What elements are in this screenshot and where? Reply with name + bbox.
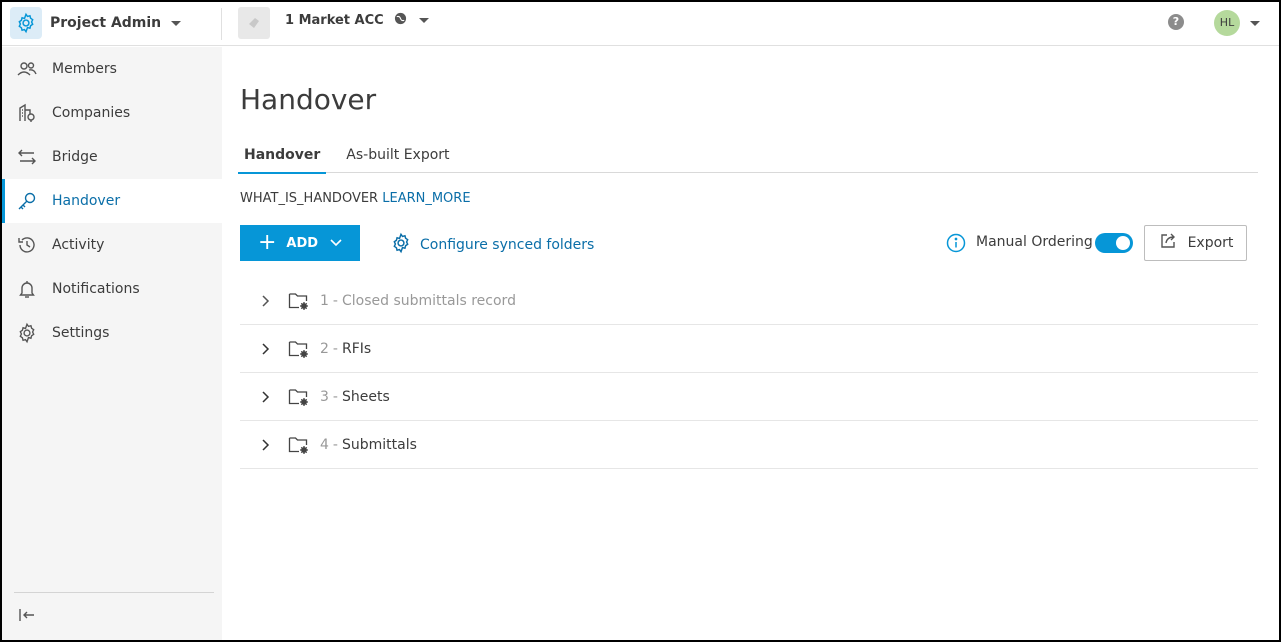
export-icon [1158, 231, 1178, 255]
list-item[interactable]: 2 - RFIs [240, 325, 1258, 373]
gear-icon [16, 322, 38, 344]
chevron-down-icon [418, 18, 429, 23]
sidebar-item-label: Settings [52, 325, 110, 341]
tab-handover[interactable]: Handover [238, 144, 327, 174]
sidebar-item-label: Companies [52, 105, 131, 121]
chevron-right-icon[interactable] [262, 390, 274, 403]
project-selector[interactable]: 1 Market ACC [285, 12, 429, 29]
folder-name: Closed submittals record [341, 292, 516, 309]
folder-separator: - [332, 388, 338, 405]
folder-separator: - [332, 292, 338, 309]
divider [221, 8, 222, 40]
export-button[interactable]: Export [1144, 225, 1247, 261]
gear-icon [390, 232, 412, 258]
folder-name: Sheets [341, 388, 390, 405]
folder-number: 1 [320, 292, 329, 309]
plus-icon: + [257, 230, 277, 255]
tab-bar: Handover As-built Export [238, 144, 1258, 174]
folder-list: 1 - Closed submittals record 2 - RFIs 3 … [240, 277, 1258, 469]
top-bar: Project Admin 1 Market ACC ? HL [2, 2, 1279, 46]
project-admin-gear-icon [10, 7, 42, 39]
chevron-down-icon [171, 20, 182, 26]
sidebar-item-members[interactable]: Members [2, 47, 222, 91]
list-item[interactable]: 1 - Closed submittals record [240, 277, 1258, 325]
sidebar-item-settings[interactable]: Settings [2, 311, 222, 355]
globe-icon [394, 12, 407, 29]
configure-synced-folders-link[interactable]: Configure synced folders [390, 232, 594, 258]
manual-ordering-toggle[interactable] [1095, 233, 1133, 253]
sidebar: Members Companies Bridge Handover Activi… [2, 47, 222, 640]
chevron-right-icon[interactable] [262, 342, 274, 355]
project-name: 1 Market ACC [285, 13, 384, 28]
sidebar-item-label: Handover [52, 193, 121, 209]
sidebar-item-handover[interactable]: Handover [2, 179, 222, 223]
chevron-down-icon [1250, 20, 1260, 26]
sidebar-item-label: Bridge [52, 149, 98, 165]
chevron-right-icon[interactable] [262, 294, 274, 307]
project-thumbnail[interactable] [238, 7, 270, 39]
folder-number: 4 [320, 436, 329, 453]
synced-folder-icon [288, 387, 310, 407]
chevron-down-icon [330, 236, 342, 251]
add-button-label: ADD [286, 235, 319, 251]
app-switcher[interactable]: Project Admin [10, 6, 182, 40]
toolbar: + ADD Configure synced folders Manual Or… [240, 225, 1258, 261]
sidebar-item-label: Notifications [52, 281, 140, 297]
sidebar-item-activity[interactable]: Activity [2, 223, 222, 267]
handover-key-icon [16, 190, 38, 212]
info-icon[interactable] [946, 233, 966, 257]
folder-number: 2 [320, 340, 329, 357]
folder-separator: - [332, 340, 338, 357]
bell-icon [16, 278, 38, 300]
activity-icon [16, 234, 38, 256]
collapse-sidebar-icon[interactable] [16, 604, 38, 626]
folder-separator: - [332, 436, 338, 453]
info-text: WHAT_IS_HANDOVER [240, 191, 379, 206]
synced-folder-icon [288, 339, 310, 359]
synced-folder-icon [288, 291, 310, 311]
sidebar-item-label: Members [52, 61, 117, 77]
sidebar-item-bridge[interactable]: Bridge [2, 135, 222, 179]
sidebar-item-companies[interactable]: Companies [2, 91, 222, 135]
avatar: HL [1214, 10, 1240, 36]
divider [14, 592, 214, 593]
add-button[interactable]: + ADD [240, 225, 360, 261]
app-window: Project Admin 1 Market ACC ? HL Members … [0, 0, 1281, 642]
toggle-knob [1116, 236, 1130, 250]
tab-as-built-export[interactable]: As-built Export [340, 144, 455, 173]
help-icon[interactable]: ? [1168, 14, 1184, 30]
sidebar-item-label: Activity [52, 237, 105, 253]
list-item[interactable]: 4 - Submittals [240, 421, 1258, 469]
chevron-right-icon[interactable] [262, 438, 274, 451]
sidebar-item-notifications[interactable]: Notifications [2, 267, 222, 311]
companies-icon [16, 102, 38, 124]
synced-folder-icon [288, 435, 310, 455]
folder-name: RFIs [341, 340, 372, 357]
folder-name: Submittals [341, 436, 417, 453]
app-title: Project Admin [50, 15, 162, 31]
bridge-icon [16, 146, 38, 168]
members-icon [16, 58, 38, 80]
page-title: Handover [240, 83, 377, 116]
user-menu[interactable]: HL [1214, 10, 1260, 36]
export-button-label: Export [1187, 235, 1234, 251]
folder-number: 3 [320, 388, 329, 405]
learn-more-link[interactable]: LEARN_MORE [382, 191, 470, 206]
list-item[interactable]: 3 - Sheets [240, 373, 1258, 421]
configure-label: Configure synced folders [420, 237, 595, 253]
manual-ordering-label: Manual Ordering [976, 234, 1093, 250]
info-line: WHAT_IS_HANDOVER LEARN_MORE [240, 191, 471, 206]
